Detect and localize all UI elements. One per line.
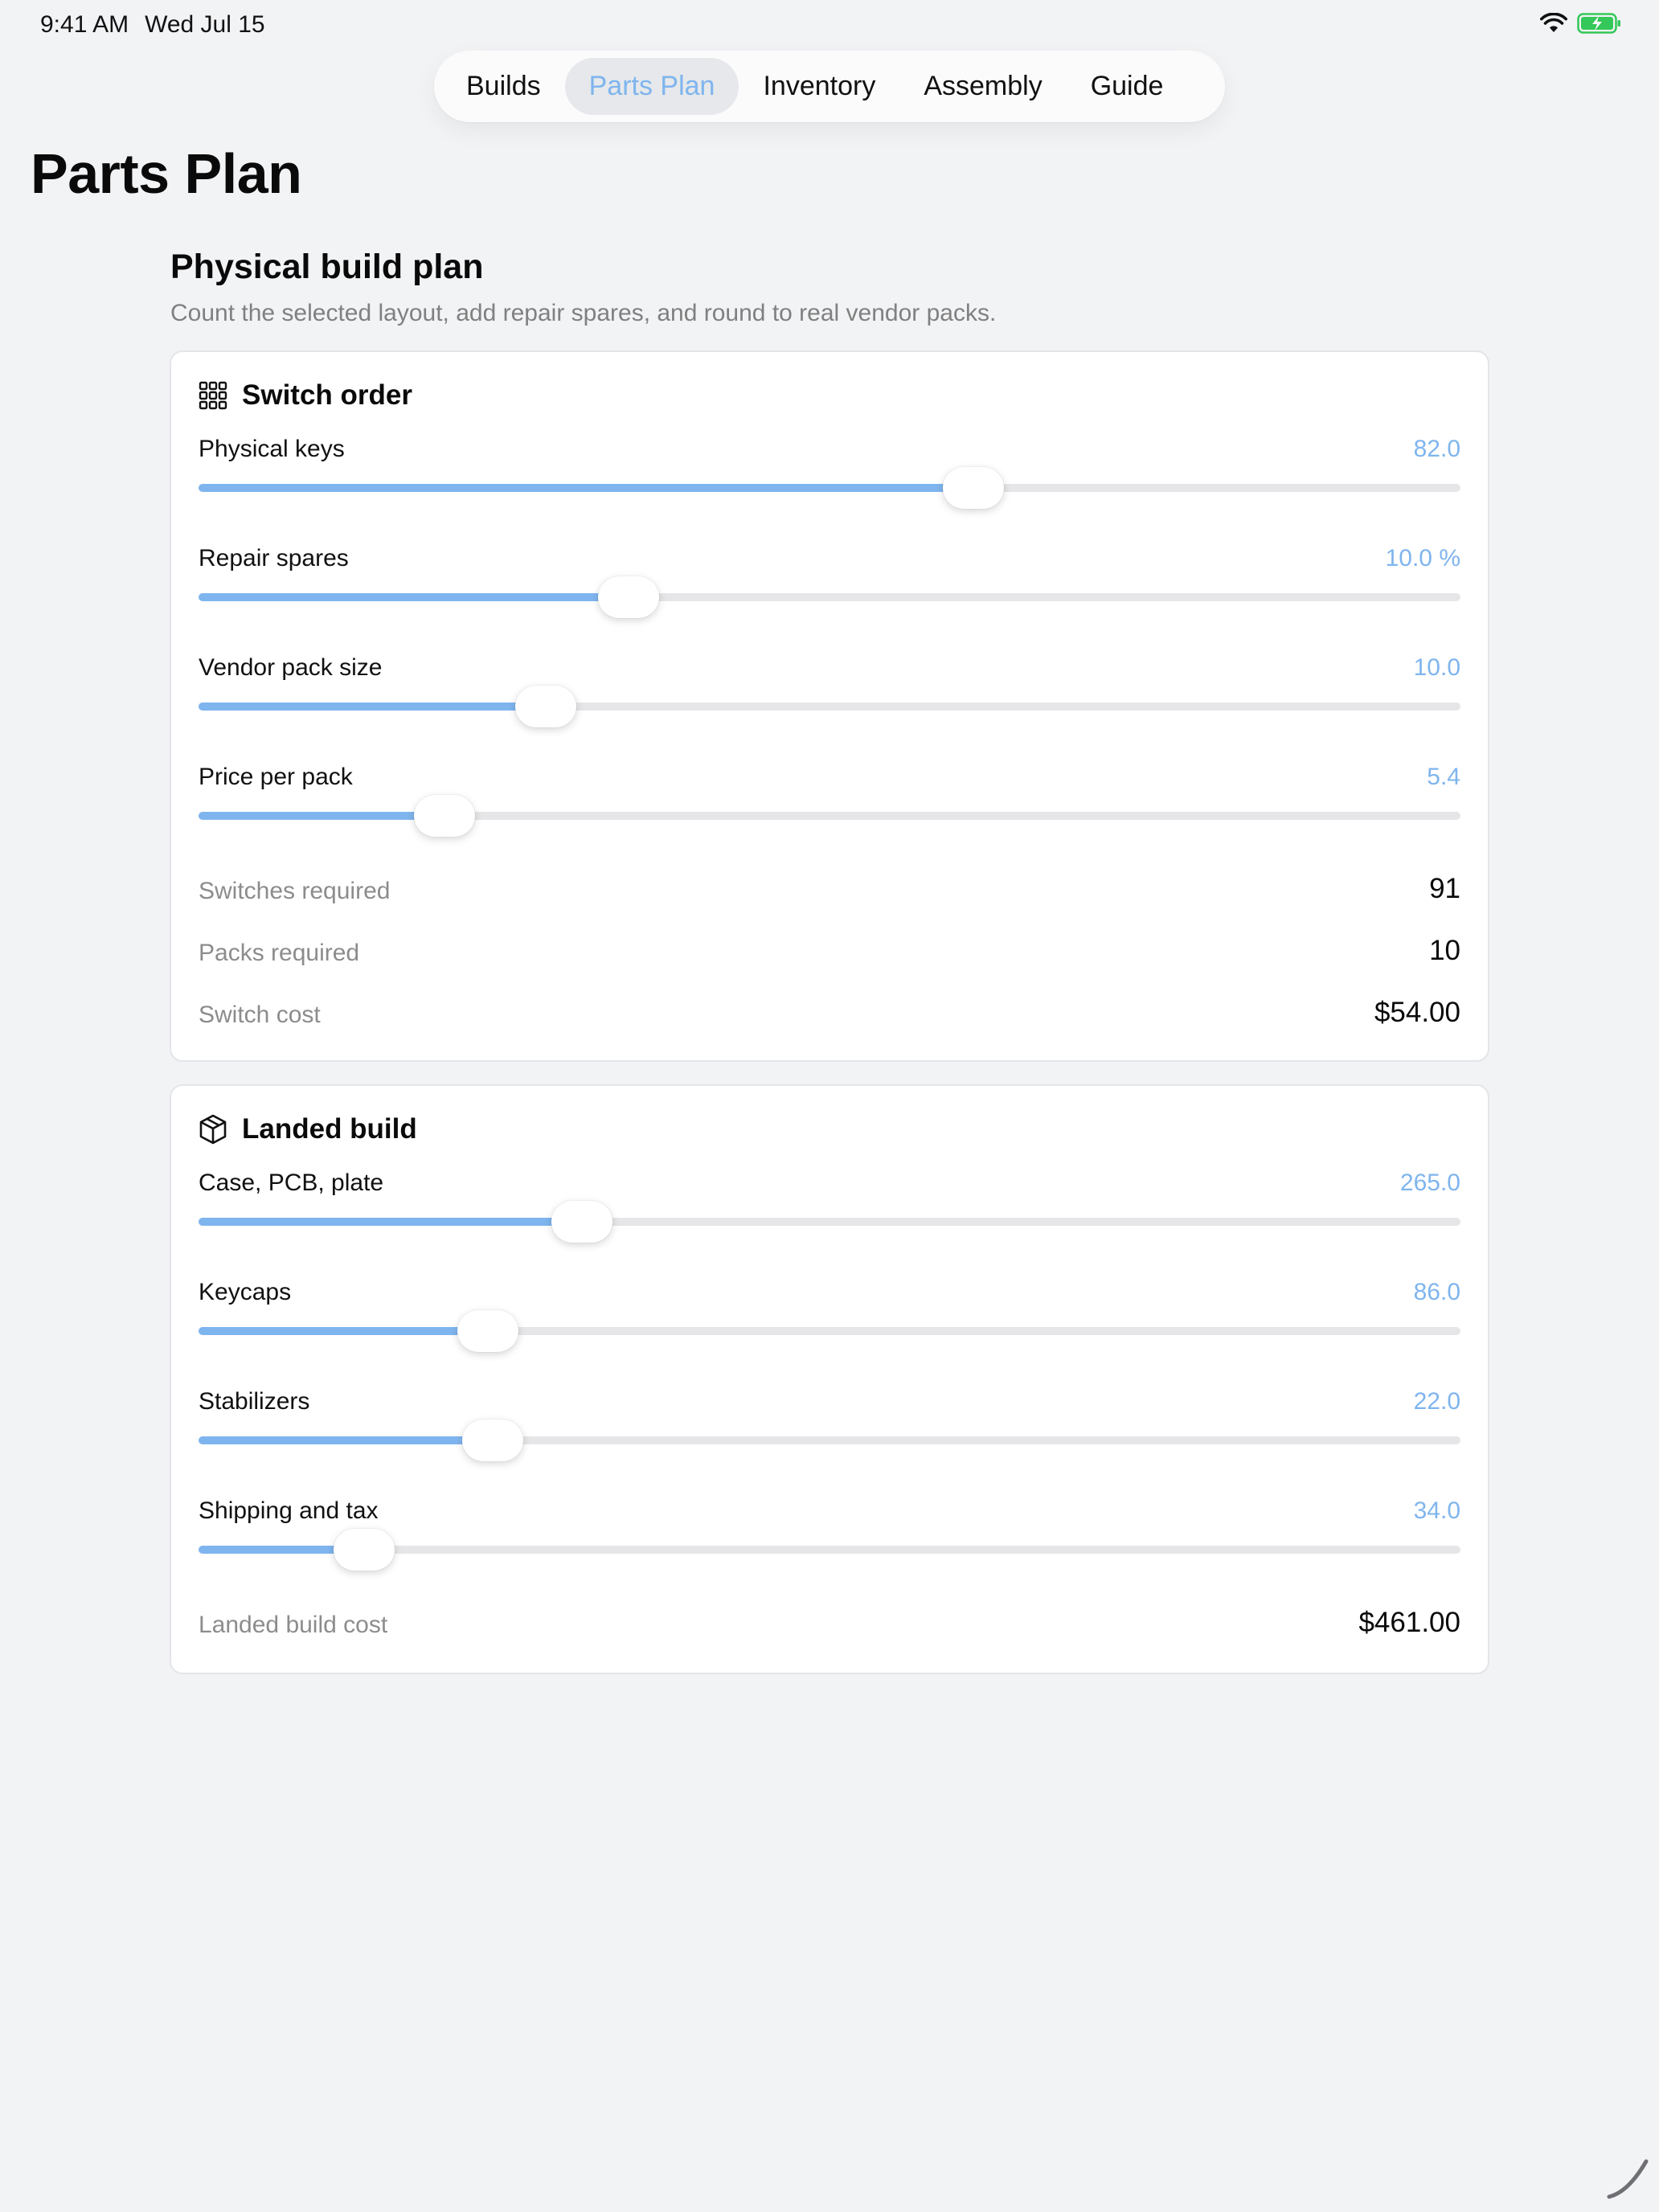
landed-build-title: Landed build — [242, 1113, 417, 1145]
slider-value: 10.0 % — [1385, 545, 1460, 571]
slider-value: 34.0 — [1413, 1497, 1460, 1524]
landed-build-header: Landed build — [199, 1113, 417, 1145]
switch-order-card: Switch order Physical keys 82.0 Repair s… — [170, 350, 1489, 1062]
result-value: $461.00 — [1358, 1607, 1460, 1638]
pencil-stroke-icon — [1604, 2153, 1653, 2206]
switch-order-header: Switch order — [199, 379, 412, 412]
wifi-icon — [1540, 13, 1567, 34]
status-time: 9:41 AM Wed Jul 15 — [40, 11, 265, 39]
slider-fill — [199, 593, 629, 601]
section-title: Physical build plan — [170, 248, 484, 286]
switch-order-title: Switch order — [242, 379, 412, 411]
slider-thumb[interactable] — [514, 686, 576, 727]
slider-keycaps: Keycaps 86.0 — [199, 1279, 1460, 1367]
slider-thumb[interactable] — [414, 795, 476, 837]
slider-track[interactable] — [199, 1419, 1460, 1461]
slider-stabilizers: Stabilizers 22.0 — [199, 1388, 1460, 1477]
slider-track[interactable] — [199, 1310, 1460, 1352]
result-value: 91 — [1429, 873, 1460, 904]
slider-track[interactable] — [199, 686, 1460, 727]
tab-inventory[interactable]: Inventory — [739, 58, 899, 115]
package-box-icon — [199, 1114, 227, 1145]
top-tab-bar: Builds Parts Plan Inventory Assembly Gui… — [434, 51, 1225, 122]
tab-builds[interactable]: Builds — [442, 58, 565, 115]
status-icons — [1540, 13, 1622, 34]
slider-fill — [199, 1327, 488, 1335]
slider-track[interactable] — [199, 795, 1460, 837]
status-clock: 9:41 AM — [40, 11, 129, 38]
slider-thumb[interactable] — [457, 1310, 518, 1352]
slider-value: 82.0 — [1413, 436, 1460, 462]
result-switches-required: Switches required 91 — [199, 871, 1460, 911]
slider-track[interactable] — [199, 467, 1460, 509]
slider-value: 5.4 — [1427, 764, 1460, 790]
slider-thumb[interactable] — [551, 1201, 613, 1243]
slider-fill — [199, 1218, 583, 1226]
slider-physical-keys: Physical keys 82.0 — [199, 436, 1460, 524]
slider-thumb[interactable] — [333, 1529, 395, 1571]
slider-thumb[interactable] — [598, 576, 660, 618]
result-switch-cost: Switch cost $54.00 — [199, 995, 1460, 1035]
slider-thumb[interactable] — [461, 1419, 523, 1461]
slider-price-per-pack: Price per pack 5.4 — [199, 764, 1460, 852]
slider-vendor-pack-size: Vendor pack size 10.0 — [199, 654, 1460, 743]
page-title: Parts Plan — [31, 142, 302, 205]
slider-label: Physical keys — [199, 436, 345, 462]
result-value: 10 — [1429, 935, 1460, 966]
battery-charging-icon — [1577, 13, 1622, 34]
slider-value: 86.0 — [1413, 1279, 1460, 1305]
slider-label: Stabilizers — [199, 1388, 310, 1415]
slider-label: Keycaps — [199, 1279, 292, 1305]
slider-label: Shipping and tax — [199, 1497, 379, 1524]
slider-label: Price per pack — [199, 764, 353, 790]
slider-fill — [199, 484, 973, 492]
slider-repair-spares: Repair spares 10.0 % — [199, 545, 1460, 633]
slider-fill — [199, 1436, 493, 1444]
slider-fill — [199, 703, 546, 711]
tab-assembly[interactable]: Assembly — [899, 58, 1066, 115]
slider-label: Case, PCB, plate — [199, 1169, 384, 1196]
slider-track[interactable] — [199, 1529, 1460, 1571]
slider-label: Repair spares — [199, 545, 349, 571]
result-label: Switch cost — [199, 1002, 321, 1028]
result-packs-required: Packs required 10 — [199, 933, 1460, 973]
result-landed-build-cost: Landed build cost $461.00 — [199, 1605, 1460, 1645]
tab-guide[interactable]: Guide — [1067, 58, 1188, 115]
slider-track[interactable] — [199, 1201, 1460, 1243]
landed-build-card: Landed build Case, PCB, plate 265.0 Keyc… — [170, 1084, 1489, 1674]
slider-shipping-and-tax: Shipping and tax 34.0 — [199, 1497, 1460, 1586]
slider-value: 10.0 — [1413, 654, 1460, 681]
section-subtitle: Count the selected layout, add repair sp… — [170, 300, 997, 326]
status-bar: 9:41 AM Wed Jul 15 — [0, 0, 1659, 51]
slider-value: 22.0 — [1413, 1388, 1460, 1415]
slider-label: Vendor pack size — [199, 654, 383, 681]
tab-parts-plan[interactable]: Parts Plan — [564, 58, 739, 115]
result-value: $54.00 — [1374, 997, 1460, 1028]
result-label: Landed build cost — [199, 1612, 388, 1638]
status-date: Wed Jul 15 — [145, 11, 265, 38]
slider-value: 265.0 — [1399, 1169, 1460, 1196]
slider-thumb[interactable] — [942, 467, 1004, 509]
result-label: Switches required — [199, 878, 391, 904]
slider-fill — [199, 812, 445, 820]
slider-track[interactable] — [199, 576, 1460, 618]
slider-case-pcb-plate: Case, PCB, plate 265.0 — [199, 1169, 1460, 1258]
keyboard-grid-icon — [199, 381, 227, 410]
result-label: Packs required — [199, 940, 360, 966]
